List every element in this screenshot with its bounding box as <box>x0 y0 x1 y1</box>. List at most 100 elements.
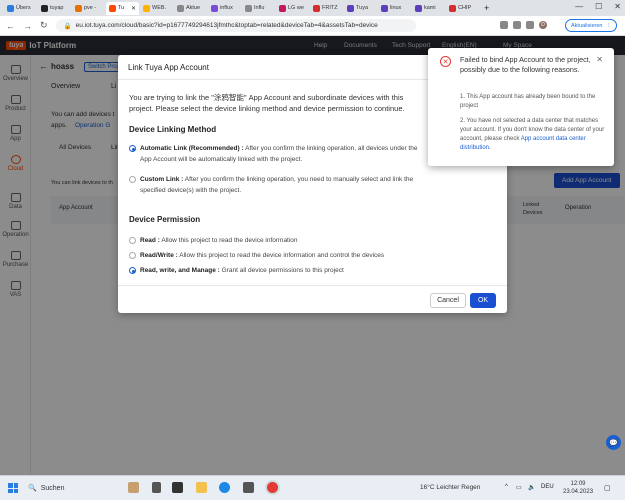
close-icon[interactable]: ✕ <box>596 55 603 64</box>
taskbar-search[interactable]: 🔍 Suchen <box>28 481 118 495</box>
browser-tab-label: Tu <box>118 5 125 11</box>
error-notification: ✕ Failed to bind App Account to the proj… <box>428 48 614 166</box>
chrome-icon[interactable] <box>267 482 278 493</box>
network-icon[interactable]: ▭ <box>516 484 522 491</box>
error-icon: ✕ <box>440 56 451 67</box>
error-reason-1: 1. This App account has already been bou… <box>460 94 596 109</box>
close-window-icon[interactable]: ✕ <box>614 2 621 11</box>
chat-support-icon[interactable]: 💬 <box>606 435 621 450</box>
browser-tab-label: influx <box>220 5 233 11</box>
update-button[interactable]: Aktualisieren ⋮ <box>565 19 617 32</box>
browser-tab[interactable]: Tu ✕ <box>106 1 139 15</box>
maximize-icon[interactable]: ☐ <box>595 2 602 11</box>
browser-tab[interactable]: Influ <box>242 2 275 15</box>
page-icon <box>245 4 252 12</box>
browser-tab[interactable]: pve - <box>72 2 105 15</box>
browser-tab[interactable]: influx <box>208 2 241 15</box>
option-custom-link[interactable]: Custom Link : After you confirm the link… <box>129 174 429 196</box>
browser-tab-label: CHIP <box>458 5 472 11</box>
browser-tab-label: WEB. <box>152 5 167 11</box>
browser-tab-label: LG we <box>288 5 304 11</box>
error-title: Failed to bind App Account to the projec… <box>460 55 591 74</box>
radio-read-write[interactable] <box>129 252 136 259</box>
clock[interactable]: 12:09 23.04.2023 <box>563 480 593 496</box>
github-icon <box>41 4 48 12</box>
influx-icon <box>211 4 218 12</box>
reload-icon[interactable]: ↻ <box>40 20 48 31</box>
more-icon: ⋮ <box>605 22 612 29</box>
browser-tab[interactable]: LG we <box>276 2 309 15</box>
section-device-permission: Device Permission <box>129 215 201 224</box>
profile-avatar[interactable]: D <box>539 21 547 29</box>
url-field[interactable]: 🔒 eu.iot.tuya.com/cloud/basic?id=p167774… <box>55 19 416 32</box>
browser-tab-label: Influ <box>254 5 265 11</box>
browser-tab-label: pve - <box>84 5 97 11</box>
ok-button[interactable]: OK <box>470 293 496 308</box>
lg-icon <box>279 4 286 12</box>
weather-status[interactable]: 16°C Leichter Regen <box>420 484 480 491</box>
new-tab-icon[interactable]: + <box>480 3 493 13</box>
radio-read[interactable] <box>129 237 136 244</box>
browser-tab[interactable]: Tuya <box>344 2 377 15</box>
yahoo-icon <box>381 4 388 12</box>
extension-icon[interactable] <box>513 21 521 29</box>
browser-tab-label: tuyap <box>50 5 64 11</box>
option-automatic-link[interactable]: Automatic Link (Recommended) : After you… <box>129 143 429 165</box>
proxmox-icon <box>75 4 82 12</box>
store-icon[interactable] <box>243 482 254 493</box>
radio-automatic[interactable] <box>129 145 136 152</box>
cancel-button[interactable]: Cancel <box>430 293 466 308</box>
notifications-icon[interactable]: ▢ <box>604 484 611 492</box>
web-icon <box>143 4 150 12</box>
extension-icon[interactable] <box>526 21 534 29</box>
browser-tab[interactable]: kami <box>412 2 445 15</box>
extension-icons: D <box>500 21 547 29</box>
browser-tab-label: linux <box>390 5 402 11</box>
yahoo-icon <box>347 4 354 12</box>
close-tab-icon[interactable]: ✕ <box>131 5 136 12</box>
browser-tab-label: Aktue <box>186 5 201 11</box>
url-text: eu.iot.tuya.com/cloud/basic?id=p16777492… <box>75 22 378 29</box>
browser-tab[interactable]: tuyap <box>38 2 71 15</box>
modal-title: Link Tuya App Account <box>128 63 209 72</box>
browser-tab-label: Tuya <box>356 5 369 11</box>
option-read[interactable]: Read : Allow this project to read the de… <box>129 235 429 246</box>
browser-tab-label: Übers <box>16 5 31 11</box>
fritz-icon <box>313 4 320 12</box>
browser-tab-label: FRITZ <box>322 5 338 11</box>
browser-tab[interactable]: FRITZ <box>310 2 343 15</box>
search-icon: 🔍 <box>28 485 37 492</box>
tray-chevron-icon[interactable]: ^ <box>505 484 508 490</box>
language-indicator[interactable]: DEU <box>541 484 554 490</box>
browser-tab[interactable]: WEB. <box>140 2 173 15</box>
lock-icon: 🔒 <box>63 22 72 30</box>
edge-icon[interactable] <box>219 482 230 493</box>
file-explorer-icon[interactable] <box>196 482 207 493</box>
browser-tab[interactable]: Aktue <box>174 2 207 15</box>
cortana-image-icon[interactable] <box>128 482 139 493</box>
browser-tab[interactable]: CHIP <box>446 2 479 15</box>
task-view-icon[interactable] <box>152 482 161 493</box>
tuya-icon <box>109 4 116 12</box>
extension-icon[interactable] <box>500 21 508 29</box>
browser-tab[interactable]: Übers <box>4 2 37 15</box>
yahoo-icon <box>415 4 422 12</box>
radio-custom[interactable] <box>129 176 136 183</box>
section-linking-method: Device Linking Method <box>129 125 217 134</box>
windows-start-icon[interactable] <box>8 483 18 493</box>
minimize-icon[interactable]: — <box>575 2 583 11</box>
option-read-write-manage[interactable]: Read, write, and Manage : Grant all devi… <box>129 265 429 276</box>
browser-tab-bar: Übers tuyap pve - Tu ✕ WEB. Aktue influx Influ LG… <box>0 0 625 16</box>
option-read-write[interactable]: Read/Write : Allow this project to read … <box>129 250 429 261</box>
widgets-icon[interactable] <box>172 482 183 493</box>
error-reason-2: 2. You have not selected a data center t… <box>460 118 605 151</box>
divider <box>118 285 507 286</box>
modal-intro: You are trying to link the "涂鸦智能" App Ac… <box>129 93 405 113</box>
radio-read-write-manage[interactable] <box>129 267 136 274</box>
browser-tab[interactable]: linux <box>378 2 411 15</box>
forward-icon[interactable]: → <box>23 21 32 31</box>
volume-icon[interactable]: 🔈 <box>528 484 535 491</box>
back-icon[interactable]: ← <box>6 21 15 31</box>
taskbar: 🔍 Suchen 16°C Leichter Regen ^ ▭ 🔈 DEU 1… <box>0 475 625 500</box>
browser-tab-label: kami <box>424 5 436 11</box>
